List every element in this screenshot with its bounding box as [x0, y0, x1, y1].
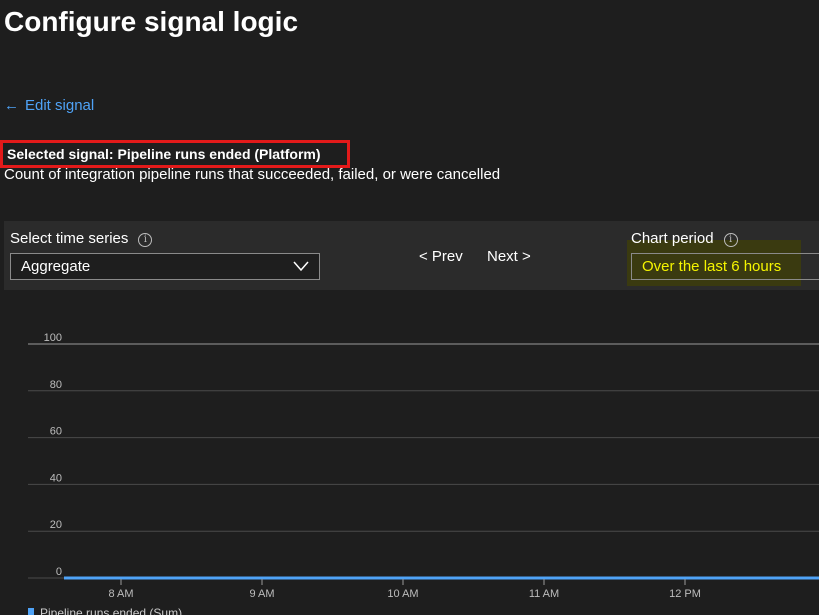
x-tick-label: 10 AM: [387, 588, 418, 600]
chart-period-label-row: Chart period i: [631, 230, 738, 247]
time-series-select[interactable]: Aggregate: [10, 253, 320, 280]
prev-button[interactable]: < Prev: [419, 248, 463, 265]
selected-signal-heading: Selected signal: Pipeline runs ended (Pl…: [0, 140, 350, 168]
x-tick-label: 8 AM: [108, 588, 133, 600]
y-tick-label: 0: [56, 566, 62, 578]
edit-signal-label: Edit signal: [25, 97, 95, 114]
chart-period-label: Chart period: [631, 230, 714, 247]
y-tick-label: 40: [50, 472, 62, 484]
chart-toolbar: Select time series i Aggregate < Prev Nex…: [4, 221, 819, 290]
x-tick-label: 12 PM: [669, 588, 701, 600]
y-tick-label: 20: [50, 519, 62, 531]
y-tick-label: 100: [44, 332, 62, 344]
time-series-label-row: Select time series i: [10, 230, 153, 247]
legend-swatch: [28, 608, 34, 615]
info-icon[interactable]: i: [138, 233, 153, 247]
info-icon[interactable]: i: [723, 233, 738, 247]
edit-signal-link[interactable]: ← Edit signal: [4, 97, 94, 114]
next-button[interactable]: Next >: [487, 248, 531, 265]
back-arrow-icon: ←: [4, 97, 19, 114]
time-series-label: Select time series: [10, 230, 129, 247]
time-series-value: Aggregate: [21, 258, 91, 275]
signal-description: Count of integration pipeline runs that …: [4, 166, 501, 183]
x-tick-label: 11 AM: [529, 588, 559, 600]
configure-signal-logic-panel: Configure signal logic ← Edit signal Sele…: [0, 0, 819, 615]
legend-label: Pipeline runs ended (Sum): [40, 606, 183, 615]
chevron-down-icon: [293, 261, 309, 272]
page-title: Configure signal logic: [4, 6, 299, 37]
y-tick-label: 60: [50, 426, 62, 438]
signal-chart: 100 80 60 40 20 0 8 AM 9 AM 10 AM 11 AM 12 PM: [28, 332, 819, 600]
chart-period-value: Over the last 6 hours: [642, 258, 782, 275]
y-tick-label: 80: [50, 379, 62, 391]
chart-period-select[interactable]: Over the last 6 hours: [631, 253, 819, 280]
x-tick-label: 9 AM: [249, 588, 274, 600]
